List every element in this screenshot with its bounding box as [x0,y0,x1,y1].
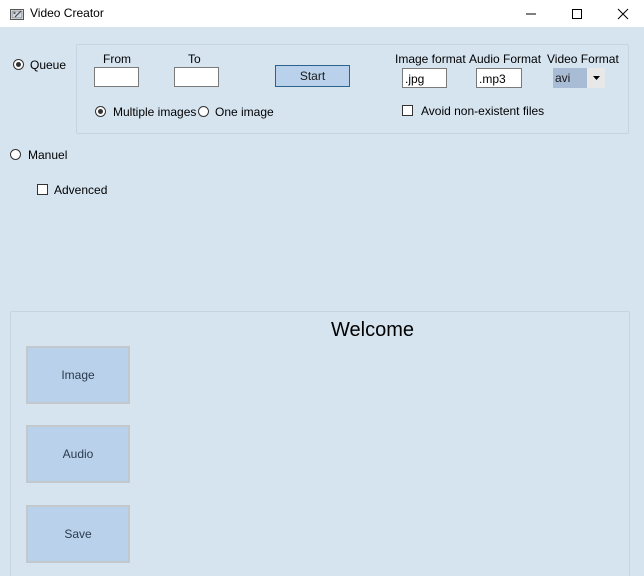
from-label: From [103,52,131,66]
title-bar: Video Creator [0,0,644,27]
close-icon[interactable] [600,0,644,27]
window-title: Video Creator [30,6,104,20]
audio-format-label: Audio Format [469,52,542,66]
start-button[interactable]: Start [275,65,350,87]
app-icon [9,6,25,22]
to-input[interactable] [174,67,219,87]
from-input[interactable] [94,67,139,87]
manuel-radio[interactable] [10,149,21,160]
video-format-value: avi [553,68,587,88]
image-button[interactable]: Image [26,346,130,404]
queue-radio[interactable] [13,59,24,70]
audio-format-input[interactable]: .mp3 [476,68,522,88]
one-image-radio[interactable] [198,106,209,117]
advanced-checkbox[interactable] [37,184,48,195]
video-format-label: Video Format [547,52,619,66]
maximize-icon[interactable] [554,0,600,27]
one-image-label: One image [215,105,274,119]
welcome-heading: Welcome [331,319,414,341]
queue-label: Queue [30,58,67,72]
image-format-input[interactable]: .jpg [402,68,447,88]
multiple-images-label: Multiple images [113,105,197,119]
minimize-icon[interactable] [508,0,554,27]
avoid-nonexistent-checkbox[interactable] [402,105,413,116]
chevron-down-icon[interactable] [587,68,605,88]
advanced-label: Advenced [54,183,108,197]
audio-button[interactable]: Audio [26,425,130,483]
manuel-label: Manuel [28,148,68,162]
to-label: To [188,52,201,66]
video-format-select[interactable]: avi [553,68,605,88]
multiple-images-radio[interactable] [95,106,106,117]
save-button[interactable]: Save [26,505,130,563]
image-format-label: Image format [395,52,466,66]
avoid-nonexistent-label: Avoid non-existent files [421,104,545,118]
